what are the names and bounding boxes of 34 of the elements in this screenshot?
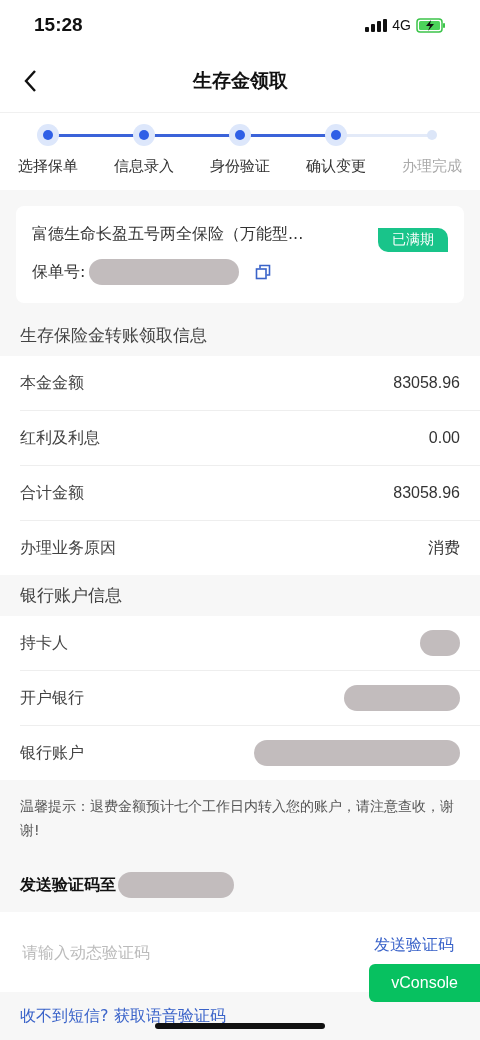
field-value: 0.00: [428, 429, 460, 447]
voice-code-link[interactable]: 收不到短信? 获取语音验证码: [20, 1006, 226, 1025]
step-label: 身份验证: [210, 157, 270, 176]
send-to-label: 发送验证码至: [20, 874, 116, 896]
copy-icon[interactable]: [255, 264, 272, 280]
field-label: 持卡人: [20, 632, 68, 654]
field-label: 本金金额: [20, 372, 84, 394]
signal-icon: [365, 18, 388, 32]
field-value: 消费: [428, 537, 460, 558]
network-label: 4G: [392, 17, 411, 33]
step-label: 确认变更: [306, 157, 366, 176]
page-title: 生存金领取: [191, 68, 289, 93]
field-label: 开户银行: [20, 687, 84, 709]
field-label: 红利及利息: [20, 427, 100, 449]
tip-text: 温馨提示：退费金额预计七个工作日内转入您的账户，请注意查收，谢谢!: [19, 797, 455, 840]
field-label: 办理业务原因: [20, 537, 116, 559]
step-label: 信息录入: [114, 157, 174, 176]
battery-icon: [416, 17, 446, 33]
field-label: 银行账户: [20, 742, 84, 764]
policy-name: 富德生命长盈五号两全保险（万能型...: [32, 224, 305, 245]
policy-number-label: 保单号:: [32, 261, 86, 283]
field-value: 83058.96: [393, 484, 460, 502]
policy-card[interactable]: 富德生命长盈五号两全保险（万能型... 已满期 保单号:: [16, 206, 464, 303]
send-code-button[interactable]: 发送验证码: [374, 934, 454, 956]
status-badge: 已满期: [378, 228, 448, 252]
section-header: 生存保险金转账领取信息: [19, 324, 208, 347]
field-value: 83058.96: [393, 374, 460, 392]
code-input[interactable]: 请输入动态验证码: [20, 941, 244, 963]
section-header: 银行账户信息: [19, 584, 123, 607]
step-label: 办理完成: [402, 157, 462, 176]
step-label: 选择保单: [18, 157, 78, 176]
field-label: 合计金额: [20, 482, 84, 504]
redacted-value: [420, 630, 460, 656]
status-time: 15:28: [34, 14, 83, 36]
